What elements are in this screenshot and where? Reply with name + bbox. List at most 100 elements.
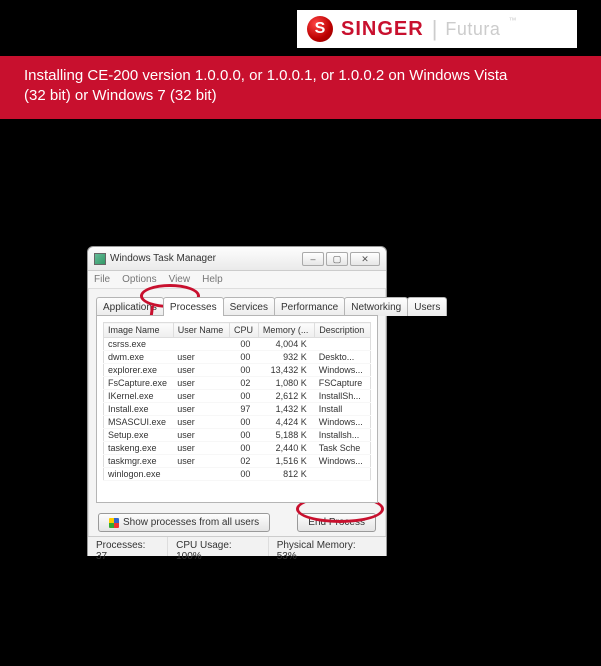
tab-processes[interactable]: Processes <box>163 297 224 316</box>
table-row[interactable]: MSASCUI.exeuser004,424 KWindows... <box>104 416 371 429</box>
window-titlebar[interactable]: Windows Task Manager – ▢ ✕ <box>88 247 386 271</box>
cell-image-name: IKernel.exe <box>104 390 174 403</box>
cell-cpu: 00 <box>230 429 259 442</box>
menu-file[interactable]: File <box>94 274 110 285</box>
menu-view[interactable]: View <box>169 274 191 285</box>
page-title-banner: Installing CE-200 version 1.0.0.0, or 1.… <box>0 56 601 119</box>
brand-separator: | <box>432 16 438 42</box>
status-cpu: CPU Usage: 100% <box>168 537 269 556</box>
button-row: Show processes from all users End Proces… <box>88 509 386 536</box>
tab-applications[interactable]: Applications <box>96 297 164 316</box>
show-all-users-button[interactable]: Show processes from all users <box>98 513 270 532</box>
tab-services[interactable]: Services <box>223 297 275 316</box>
cell-description: Windows... <box>315 455 371 468</box>
processes-panel: Image Name User Name CPU Memory (... Des… <box>96 315 378 503</box>
cell-cpu: 00 <box>230 364 259 377</box>
cell-memory: 2,440 K <box>258 442 314 455</box>
cell-user-name: user <box>173 351 229 364</box>
cell-memory: 1,432 K <box>258 403 314 416</box>
cell-memory: 5,188 K <box>258 429 314 442</box>
cell-description: Deskto... <box>315 351 371 364</box>
cell-user-name: user <box>173 390 229 403</box>
tab-networking[interactable]: Networking <box>344 297 408 316</box>
status-memory: Physical Memory: 53% <box>269 537 386 556</box>
table-row[interactable]: FsCapture.exeuser021,080 KFSCapture <box>104 377 371 390</box>
cell-cpu: 00 <box>230 442 259 455</box>
trademark-icon: ™ <box>508 16 516 25</box>
task-manager-icon <box>94 253 106 265</box>
cell-cpu: 97 <box>230 403 259 416</box>
table-header-row: Image Name User Name CPU Memory (... Des… <box>104 323 371 338</box>
brand-primary: SINGER <box>341 18 424 41</box>
cell-cpu: 00 <box>230 338 259 351</box>
cell-image-name: csrss.exe <box>104 338 174 351</box>
table-row[interactable]: Install.exeuser971,432 KInstall <box>104 403 371 416</box>
table-row[interactable]: Setup.exeuser005,188 KInstallsh... <box>104 429 371 442</box>
table-row[interactable]: taskmgr.exeuser021,516 KWindows... <box>104 455 371 468</box>
cell-cpu: 00 <box>230 468 259 481</box>
cell-memory: 812 K <box>258 468 314 481</box>
tab-users[interactable]: Users <box>407 297 447 316</box>
cell-image-name: explorer.exe <box>104 364 174 377</box>
table-row[interactable]: IKernel.exeuser002,612 KInstallSh... <box>104 390 371 403</box>
cell-description: Installsh... <box>315 429 371 442</box>
banner-line-2: (32 bit) or Windows 7 (32 bit) <box>24 86 577 106</box>
window-controls: – ▢ ✕ <box>302 252 380 266</box>
cell-description: Task Sche <box>315 442 371 455</box>
brand-bar: S SINGER | Futura ™ <box>297 10 577 48</box>
cell-cpu: 00 <box>230 416 259 429</box>
col-memory[interactable]: Memory (... <box>258 323 314 338</box>
cell-memory: 13,432 K <box>258 364 314 377</box>
brand-secondary: Futura <box>445 19 500 40</box>
window-title: Windows Task Manager <box>110 253 298 264</box>
cell-image-name: taskmgr.exe <box>104 455 174 468</box>
col-image-name[interactable]: Image Name <box>104 323 174 338</box>
cell-cpu: 02 <box>230 455 259 468</box>
tab-performance[interactable]: Performance <box>274 297 345 316</box>
menu-help[interactable]: Help <box>202 274 223 285</box>
minimize-button[interactable]: – <box>302 252 324 266</box>
cell-description: FSCapture <box>315 377 371 390</box>
cell-image-name: FsCapture.exe <box>104 377 174 390</box>
col-description[interactable]: Description <box>315 323 371 338</box>
singer-logo-icon: S <box>307 16 333 42</box>
cell-cpu: 00 <box>230 390 259 403</box>
task-manager-window: Windows Task Manager – ▢ ✕ File Options … <box>87 246 387 556</box>
cell-description <box>315 468 371 481</box>
cell-memory: 4,424 K <box>258 416 314 429</box>
cell-description: Install <box>315 403 371 416</box>
cell-user-name: user <box>173 364 229 377</box>
end-process-button[interactable]: End Process <box>297 513 376 532</box>
cell-memory: 932 K <box>258 351 314 364</box>
cell-description <box>315 338 371 351</box>
table-row[interactable]: csrss.exe 004,004 K <box>104 338 371 351</box>
cell-description: InstallSh... <box>315 390 371 403</box>
cell-description: Windows... <box>315 416 371 429</box>
tab-strip: Applications Processes Services Performa… <box>96 297 378 316</box>
table-row[interactable]: explorer.exeuser0013,432 KWindows... <box>104 364 371 377</box>
table-row[interactable]: winlogon.exe00812 K <box>104 468 371 481</box>
cell-image-name: Install.exe <box>104 403 174 416</box>
menu-options[interactable]: Options <box>122 274 156 285</box>
menubar: File Options View Help <box>88 271 386 289</box>
banner-line-1: Installing CE-200 version 1.0.0.0, or 1.… <box>24 66 577 86</box>
cell-user-name: user <box>173 403 229 416</box>
col-cpu[interactable]: CPU <box>230 323 259 338</box>
col-user-name[interactable]: User Name <box>173 323 229 338</box>
status-processes: Processes: 37 <box>88 537 168 556</box>
cell-memory: 1,080 K <box>258 377 314 390</box>
table-row[interactable]: dwm.exeuser00932 KDeskto... <box>104 351 371 364</box>
cell-user-name: user <box>173 455 229 468</box>
cell-image-name: taskeng.exe <box>104 442 174 455</box>
close-button[interactable]: ✕ <box>350 252 380 266</box>
process-table: Image Name User Name CPU Memory (... Des… <box>103 322 371 481</box>
uac-shield-icon <box>109 518 119 528</box>
cell-user-name: user <box>173 442 229 455</box>
maximize-button[interactable]: ▢ <box>326 252 348 266</box>
cell-memory: 2,612 K <box>258 390 314 403</box>
status-bar: Processes: 37 CPU Usage: 100% Physical M… <box>88 536 386 556</box>
show-all-users-label: Show processes from all users <box>123 517 259 528</box>
table-row[interactable]: taskeng.exeuser002,440 KTask Sche <box>104 442 371 455</box>
cell-memory: 4,004 K <box>258 338 314 351</box>
cell-image-name: Setup.exe <box>104 429 174 442</box>
